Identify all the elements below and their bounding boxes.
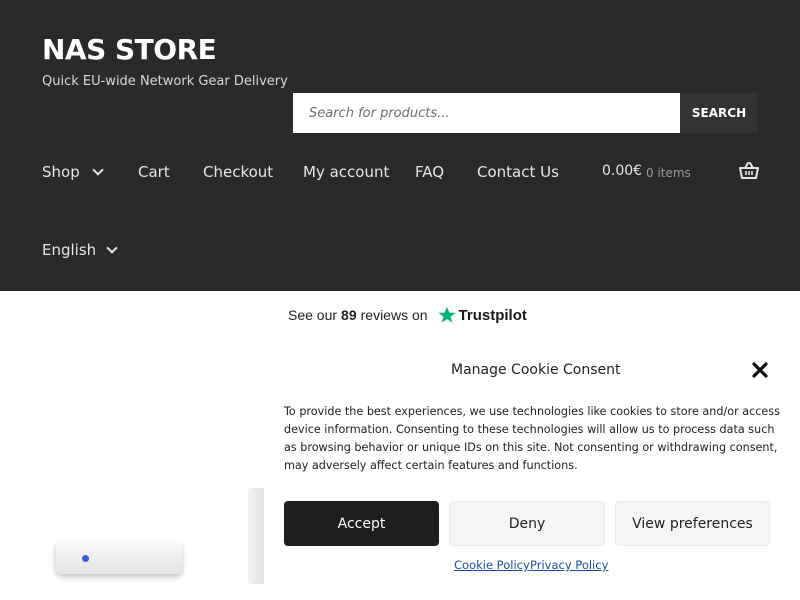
trustpilot-prefix: See our (288, 307, 338, 323)
cart-total[interactable]: 0.00€ (602, 163, 642, 179)
shopping-basket-icon[interactable] (739, 162, 759, 180)
cookie-policy-link[interactable]: Cookie Policy (454, 558, 530, 572)
nav-item-checkout[interactable]: Checkout (203, 163, 273, 181)
language-label: English (42, 241, 97, 259)
chevron-down-icon[interactable] (106, 241, 118, 254)
nav-label: My account (303, 163, 390, 181)
nav-item-shop[interactable]: Shop (42, 163, 104, 181)
site-tagline: Quick EU-wide Network Gear Delivery (42, 74, 288, 89)
nav-item-my-account[interactable]: My account (303, 163, 389, 181)
nav-label: Contact Us (477, 163, 559, 181)
trustpilot-star-icon (437, 306, 456, 323)
search-button[interactable]: SEARCH (680, 93, 758, 133)
nav-item-cart[interactable]: Cart (138, 163, 170, 181)
nav-item-contact-us[interactable]: Contact Us (477, 163, 559, 181)
accept-button[interactable]: Accept (284, 501, 439, 546)
chevron-down-icon[interactable] (92, 163, 104, 176)
nav-label: Checkout (203, 163, 274, 181)
trustpilot-suffix: reviews on (360, 307, 428, 323)
modal-title: Manage Cookie Consent (451, 362, 621, 378)
nav-item-faq[interactable]: FAQ (415, 163, 444, 181)
cookie-consent-modal: Manage Cookie Consent To provide the bes… (264, 340, 800, 600)
product-image-gateway[interactable] (56, 540, 182, 574)
language-switcher[interactable]: English (42, 241, 118, 259)
deny-button[interactable]: Deny (449, 501, 605, 546)
nav-label: Cart (138, 163, 170, 181)
close-icon[interactable] (751, 361, 769, 379)
status-led (82, 555, 89, 562)
product-search-form: SEARCH (293, 93, 758, 133)
site-header: NAS STORE Quick EU-wide Network Gear Del… (0, 0, 800, 291)
trustpilot-review-count: 89 (341, 307, 357, 323)
site-title[interactable]: NAS STORE (42, 33, 217, 66)
nav-label: Shop (42, 163, 80, 181)
cart-count[interactable]: 0 items (646, 166, 691, 180)
consent-description: To provide the best experiences, we use … (284, 405, 780, 472)
privacy-policy-link[interactable]: Privacy Policy (530, 558, 608, 572)
trustpilot-brand: Trustpilot (458, 306, 527, 324)
view-preferences-button[interactable]: View preferences (615, 501, 770, 546)
nav-label: FAQ (415, 163, 445, 181)
trustpilot-widget[interactable]: See our 89 reviews on Trustpilot (288, 306, 527, 324)
search-input[interactable] (293, 93, 680, 133)
